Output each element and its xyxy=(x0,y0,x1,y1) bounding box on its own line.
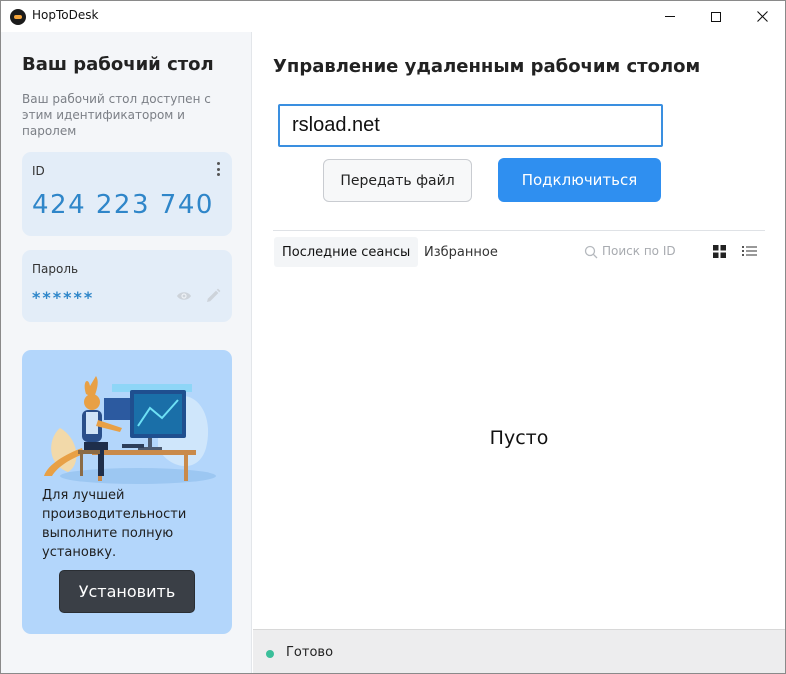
close-icon xyxy=(756,11,768,22)
maximize-button[interactable] xyxy=(693,1,739,32)
connect-button[interactable]: Подключиться xyxy=(498,158,661,202)
close-button[interactable] xyxy=(739,1,785,32)
search-by-id-input[interactable] xyxy=(602,240,692,262)
pencil-icon[interactable] xyxy=(205,288,221,304)
password-card: Пароль ****** xyxy=(22,250,232,322)
search-icon xyxy=(584,245,598,259)
empty-state-text: Пусто xyxy=(489,427,549,449)
remote-id-input[interactable] xyxy=(278,104,663,147)
maximize-icon xyxy=(711,11,721,22)
tab-recent-sessions[interactable]: Последние сеансы xyxy=(274,237,419,267)
tab-favorites[interactable]: Избранное xyxy=(416,237,506,267)
id-card: ID 424 223 740 xyxy=(22,152,232,236)
id-value: 424 223 740 xyxy=(32,190,214,220)
minimize-icon xyxy=(665,16,675,17)
install-promo-card: Для лучшей производительности выполните … xyxy=(22,350,232,634)
password-label: Пароль xyxy=(32,262,79,276)
left-panel: Ваш рабочий стол Ваш рабочий стол доступ… xyxy=(1,32,252,673)
main-panel: Управление удаленным рабочим столом Пере… xyxy=(253,32,785,629)
status-text: Готово xyxy=(286,645,334,660)
your-desktop-title: Ваш рабочий стол xyxy=(22,54,214,75)
divider xyxy=(273,230,765,231)
app-logo-icon xyxy=(10,9,26,25)
kangaroo-desk-illustration xyxy=(44,376,216,484)
status-indicator-icon xyxy=(266,650,274,658)
grid-view-icon[interactable] xyxy=(713,245,726,258)
password-value: ****** xyxy=(32,288,95,307)
remote-control-title: Управление удаленным рабочим столом xyxy=(273,56,701,77)
kebab-menu-icon[interactable] xyxy=(217,162,221,176)
status-bar: Готово xyxy=(253,629,785,673)
app-window: HopToDesk Ваш рабочий стол Ваш рабочий с… xyxy=(0,0,786,674)
install-button[interactable]: Установить xyxy=(59,570,195,613)
promo-text: Для лучшей производительности выполните … xyxy=(42,488,187,560)
eye-icon[interactable] xyxy=(176,290,192,302)
window-title: HopToDesk xyxy=(32,8,99,22)
id-label: ID xyxy=(32,164,45,178)
send-file-button[interactable]: Передать файл xyxy=(323,159,472,202)
title-bar: HopToDesk xyxy=(1,1,785,32)
list-view-icon[interactable] xyxy=(742,245,757,257)
your-desktop-description: Ваш рабочий стол доступен с этим идентиф… xyxy=(22,92,211,138)
minimize-button[interactable] xyxy=(647,1,693,32)
